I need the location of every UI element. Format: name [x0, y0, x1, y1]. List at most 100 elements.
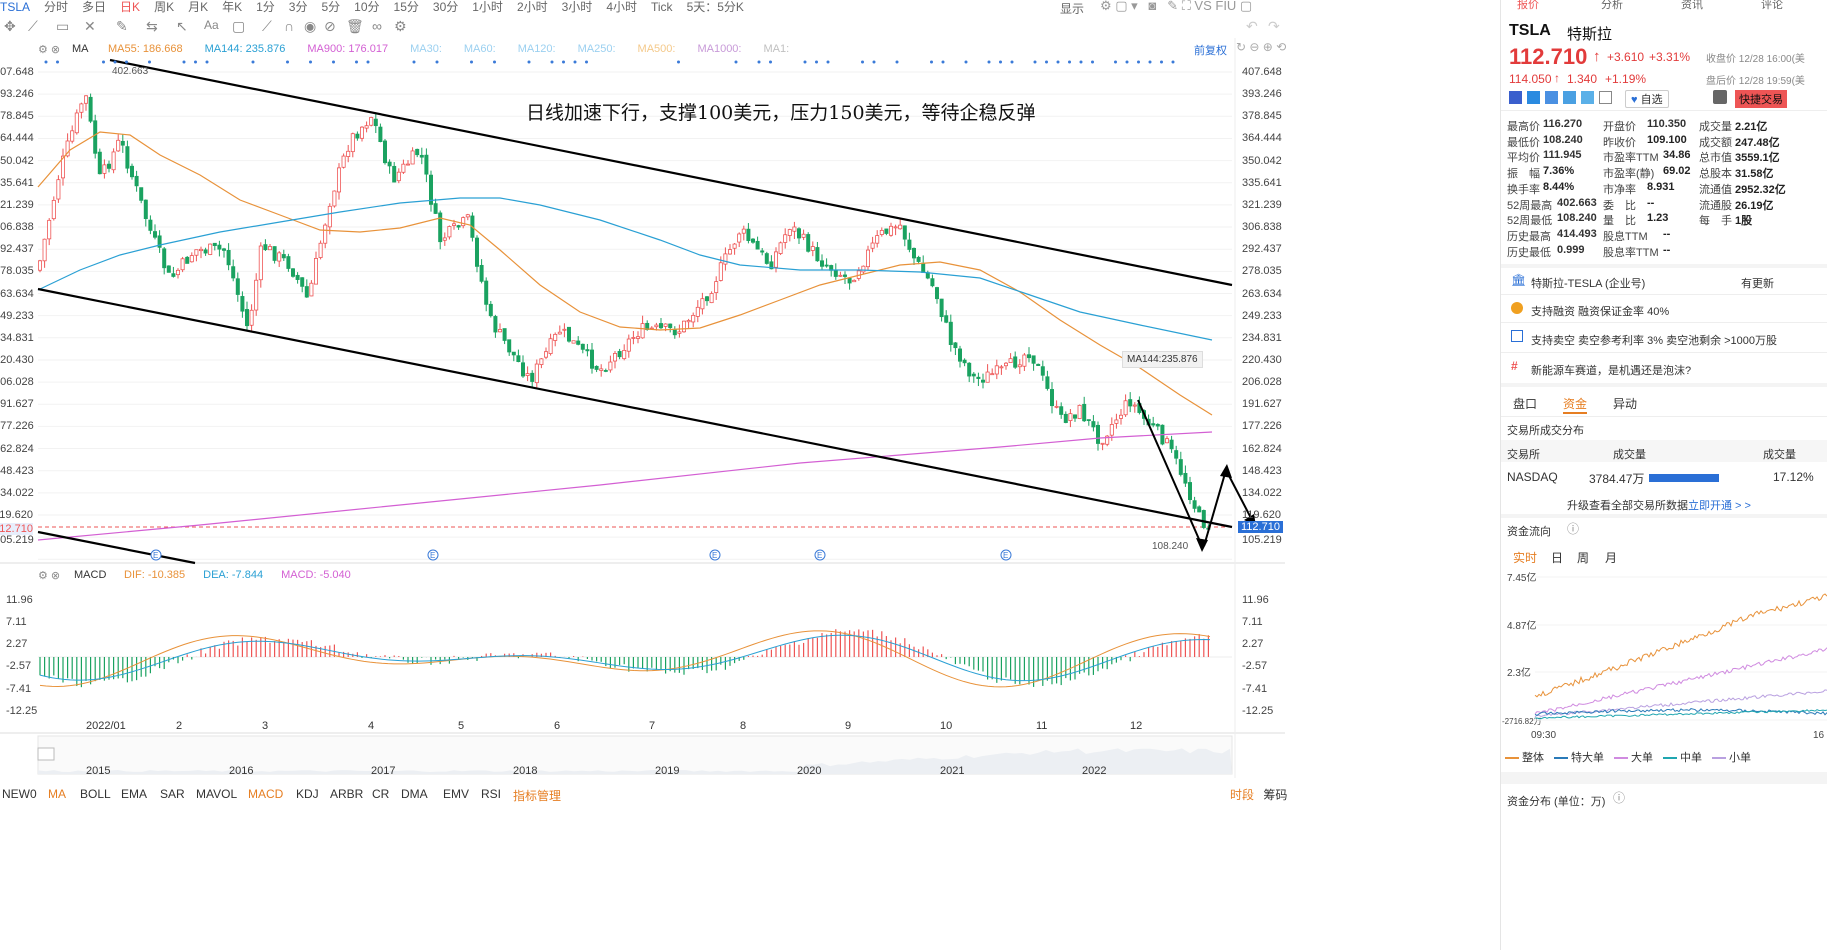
tab-comments[interactable]: 评论 — [1761, 0, 1783, 12]
measure-tool-icon[interactable]: ⇆ — [146, 18, 158, 35]
ma-legend-item[interactable]: MA60: — [464, 43, 496, 55]
period-2[interactable]: 日K — [120, 1, 140, 13]
period-14[interactable]: 3小时 — [562, 1, 593, 13]
period-10[interactable]: 15分 — [394, 1, 419, 13]
line-tool-icon[interactable]: ⟋ — [28, 18, 38, 35]
redo-icon[interactable]: ↷ — [1268, 18, 1280, 35]
display-button[interactable]: 显示 — [1060, 0, 1084, 17]
fib-tool-icon[interactable]: ✕ — [84, 18, 96, 35]
period-11[interactable]: 30分 — [433, 1, 458, 13]
indicator-2[interactable]: BOLL — [80, 787, 111, 801]
bell-icon[interactable] — [1713, 90, 1727, 104]
ma-legend-item[interactable]: MA144: 235.876 — [205, 43, 286, 55]
period-16[interactable]: Tick — [651, 1, 673, 13]
period-8[interactable]: 5分 — [321, 1, 340, 13]
indicator-12[interactable]: RSI — [481, 787, 501, 801]
flow-legend-item[interactable]: 小单 — [1712, 752, 1751, 764]
indicator-0[interactable]: NEW0 — [2, 787, 37, 801]
macd-legend-item[interactable]: DEA: -7.844 — [203, 569, 263, 581]
ma-legend-item[interactable]: MA1000: — [697, 43, 741, 55]
trash-icon[interactable]: 🗑 — [346, 18, 364, 35]
info-icon[interactable]: ⓘ — [1567, 520, 1579, 537]
period-4[interactable]: 月K — [188, 1, 208, 13]
indicator-9[interactable]: CR — [372, 787, 389, 801]
chart-control-icons[interactable]: ↻ ⊖ ⊕ ⟲ — [1236, 40, 1286, 54]
legend-ma-label[interactable]: MA — [72, 43, 89, 55]
ma-legend-item[interactable]: MA120: — [518, 43, 556, 55]
flow-legend-item[interactable]: 中单 — [1663, 752, 1702, 764]
ma-legend-item[interactable]: MA1: — [763, 43, 789, 55]
period-0[interactable]: 分时 — [44, 1, 68, 13]
subtab-anomaly[interactable]: 异动 — [1613, 395, 1637, 412]
period-17[interactable]: 5天：5分K — [687, 1, 744, 13]
indicator-10[interactable]: DMA — [401, 787, 428, 801]
macd-label[interactable]: MACD — [74, 569, 106, 581]
upgrade-link[interactable]: 立即开通 > > — [1688, 500, 1751, 512]
indicator-4[interactable]: SAR — [160, 787, 185, 801]
indicator-13[interactable]: 指标管理 — [513, 787, 561, 804]
flow-tab-realtime[interactable]: 实时 — [1513, 549, 1537, 566]
rect-tool-icon[interactable]: ▭ — [56, 18, 69, 35]
ma-legend-item[interactable]: MA900: 176.017 — [307, 43, 388, 55]
crosshair-icon[interactable]: ✥ — [4, 18, 16, 35]
flow-tab-day[interactable]: 日 — [1551, 549, 1563, 566]
ma-legend-item[interactable]: MA250: — [578, 43, 616, 55]
adjust-button[interactable]: 前复权 — [1194, 42, 1227, 58]
link-icon[interactable]: ∞ — [372, 18, 382, 34]
flow-legend-item[interactable]: 特大单 — [1554, 752, 1604, 764]
indicator-3[interactable]: EMA — [121, 787, 147, 801]
ma-legend-item[interactable]: MA55: 186.668 — [108, 43, 183, 55]
ruler-icon[interactable]: ⟋ — [262, 18, 272, 35]
chip-tab[interactable]: 筹码 — [1263, 788, 1287, 802]
settings-icon[interactable]: ⚙ — [394, 18, 407, 35]
time-period-tab[interactable]: 时段 — [1230, 788, 1254, 802]
flow-tab-month[interactable]: 月 — [1605, 549, 1617, 566]
indicator-11[interactable]: EMV — [443, 787, 469, 801]
eye-icon[interactable]: ◉ — [304, 18, 316, 35]
watchlist-button[interactable]: ♥ 自选 — [1625, 90, 1669, 108]
flow-legend-item[interactable]: 大单 — [1614, 752, 1653, 764]
ma-legend-item[interactable]: MA30: — [410, 43, 442, 55]
subtab-capital[interactable]: 资金 — [1563, 395, 1587, 412]
arrow-tool-icon[interactable]: ↖ — [176, 18, 188, 35]
undo-icon[interactable]: ↶ — [1246, 18, 1258, 35]
text-tool-icon[interactable]: Aa — [204, 18, 219, 32]
period-3[interactable]: 周K — [154, 1, 174, 13]
period-13[interactable]: 2小时 — [517, 1, 548, 13]
indicator-1[interactable]: MA — [48, 787, 66, 801]
flow-legend-item[interactable]: 整体 — [1505, 752, 1544, 764]
topic-text[interactable]: 新能源车赛道，是机遇还是泡沫? — [1531, 362, 1691, 378]
period-15[interactable]: 4小时 — [606, 1, 637, 13]
period-5[interactable]: 年K — [222, 1, 242, 13]
ma-legend-item[interactable]: MA500: — [638, 43, 676, 55]
indicator-5[interactable]: MAVOL — [196, 787, 237, 801]
comment-icon[interactable]: ▢ — [232, 18, 245, 35]
toolbar-symbol[interactable]: TSLA — [0, 1, 30, 13]
macd-settings-icon[interactable]: ⚙ ⊗ — [38, 569, 60, 582]
flow-tab-week[interactable]: 周 — [1577, 549, 1589, 566]
indicator-8[interactable]: ARBR — [330, 787, 363, 801]
tab-news[interactable]: 资讯 — [1681, 0, 1703, 12]
period-9[interactable]: 10分 — [354, 1, 379, 13]
magnet-icon[interactable]: ∩ — [284, 18, 294, 34]
period-6[interactable]: 1分 — [256, 1, 275, 13]
period-12[interactable]: 1小时 — [472, 1, 503, 13]
info-icon-2[interactable]: ⓘ — [1613, 789, 1625, 806]
legend-settings-icon[interactable]: ⚙ ⊗ — [38, 43, 60, 56]
year-label: 2016 — [229, 765, 254, 777]
period-7[interactable]: 3分 — [289, 1, 308, 13]
company-name[interactable]: 特斯拉-TESLA (企业号) — [1531, 275, 1645, 291]
fast-trade-button[interactable]: 快捷交易 — [1735, 90, 1787, 108]
period-1[interactable]: 多日 — [82, 1, 106, 13]
tab-analysis[interactable]: 分析 — [1601, 0, 1623, 12]
layout-icons[interactable]: ⚙ ▢ ▾ ◙ ✎ ⛶ VS FIU ▢ — [1100, 0, 1252, 14]
indicator-6[interactable]: MACD — [248, 787, 283, 801]
pen-tool-icon[interactable]: ✎ — [116, 18, 128, 35]
hide-icon[interactable]: ⊘ — [324, 18, 336, 35]
macd-legend-item[interactable]: DIF: -10.385 — [124, 569, 185, 581]
indicator-7[interactable]: KDJ — [296, 787, 319, 801]
tab-quote[interactable]: 报价 — [1517, 0, 1539, 12]
subtab-orderbook[interactable]: 盘口 — [1513, 395, 1537, 412]
candle-body — [313, 258, 318, 285]
macd-legend-item[interactable]: MACD: -5.040 — [281, 569, 351, 581]
